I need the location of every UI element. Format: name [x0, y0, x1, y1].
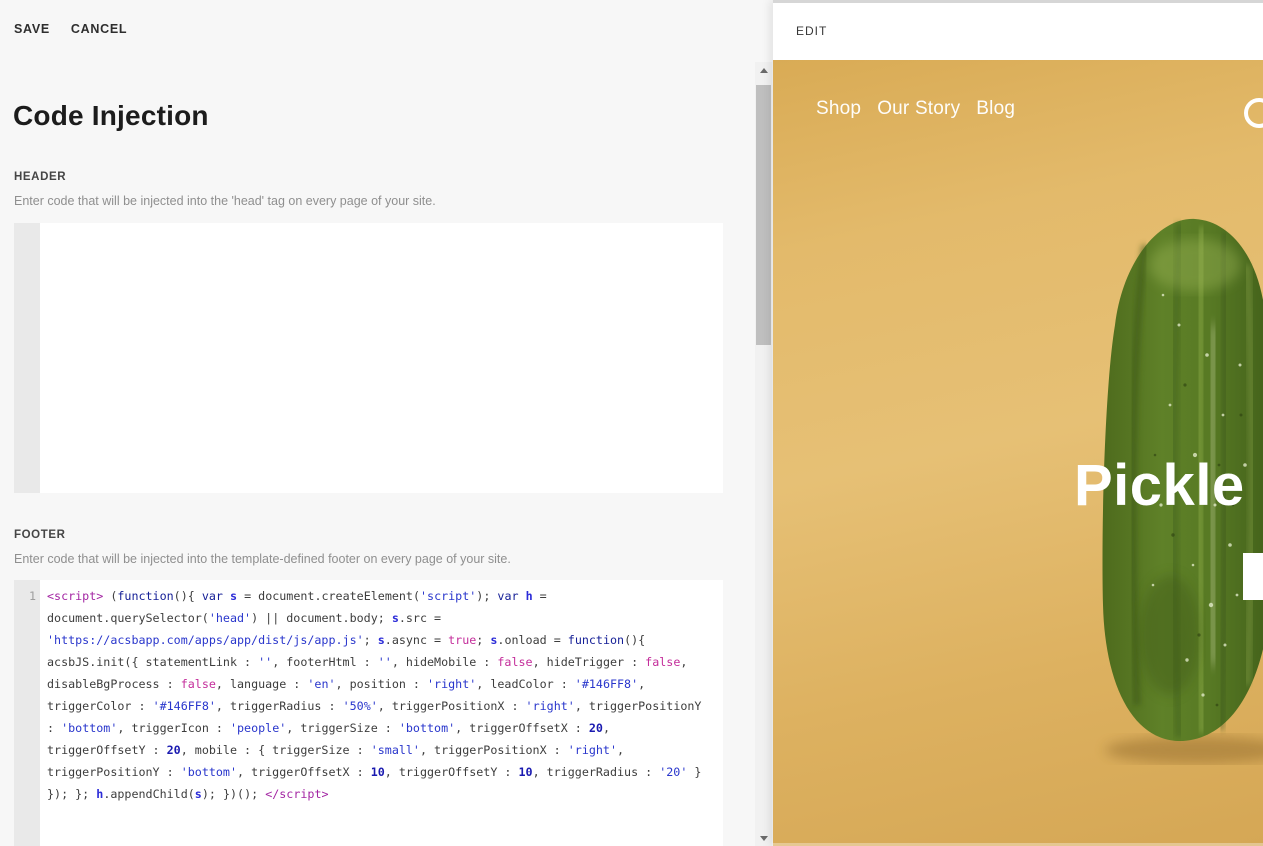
code-injection-page: SAVE CANCEL Code Injection HEADER Enter … [0, 0, 1263, 846]
scroll-down-icon[interactable] [755, 830, 772, 846]
preview-edit-bar: EDIT [773, 3, 1263, 60]
white-overlay-box [1243, 553, 1263, 600]
line-number: 1 [29, 589, 36, 603]
header-section-description: Enter code that will be injected into th… [14, 194, 436, 208]
footer-section-description: Enter code that will be injected into th… [14, 552, 511, 566]
nav-link-blog[interactable]: Blog [976, 98, 1015, 120]
cancel-button[interactable]: CANCEL [71, 22, 127, 36]
site-preview: Shop Our Story Blog [773, 60, 1263, 846]
footer-section-label: FOOTER [14, 529, 66, 541]
site-preview-panel: EDIT Shop Our Story Blog [773, 0, 1263, 846]
header-code-editor[interactable] [14, 223, 723, 493]
settings-panel: SAVE CANCEL Code Injection HEADER Enter … [0, 0, 773, 846]
footer-editor-gutter: 1 [14, 580, 40, 846]
settings-scrollbar[interactable] [755, 62, 772, 846]
nav-link-our-story[interactable]: Our Story [877, 98, 960, 120]
site-nav: Shop Our Story Blog [816, 98, 1015, 120]
header-section-label: HEADER [14, 171, 66, 183]
save-button[interactable]: SAVE [14, 22, 50, 36]
site-logo-ring[interactable] [1244, 98, 1263, 128]
nav-link-shop[interactable]: Shop [816, 98, 861, 120]
edit-button[interactable]: EDIT [796, 24, 827, 38]
footer-code-lines[interactable]: <script> (function(){ var s = document.c… [40, 580, 723, 846]
header-editor-content[interactable] [40, 223, 723, 493]
page-title: Code Injection [13, 100, 209, 132]
footer-code-editor[interactable]: 1 <script> (function(){ var s = document… [14, 580, 723, 846]
scrollbar-thumb[interactable] [756, 85, 771, 345]
toolbar: SAVE CANCEL [14, 22, 127, 36]
site-heading: Pickle [1074, 452, 1245, 519]
scroll-up-icon[interactable] [755, 62, 772, 78]
header-editor-gutter [14, 223, 40, 493]
